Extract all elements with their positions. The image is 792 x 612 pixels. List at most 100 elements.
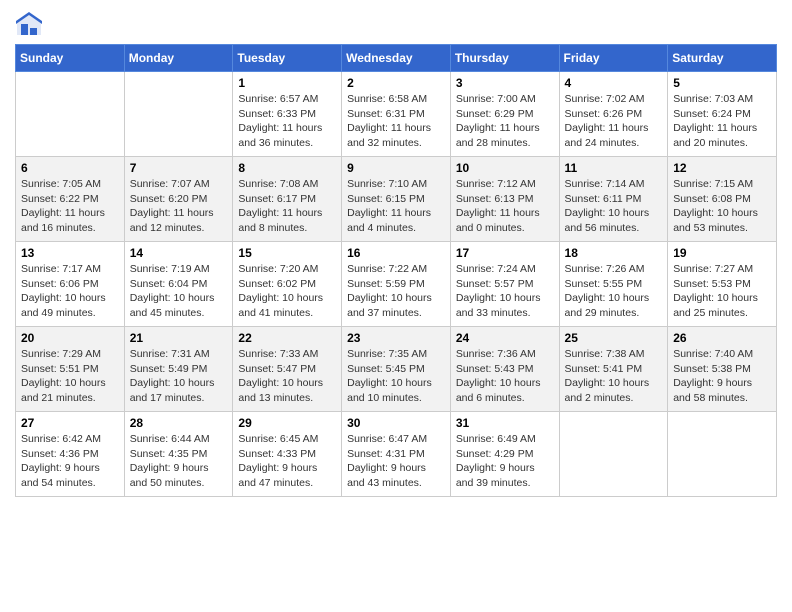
- day-number: 28: [130, 416, 228, 430]
- day-info: Sunrise: 7:26 AM Sunset: 5:55 PM Dayligh…: [565, 262, 663, 321]
- day-number: 18: [565, 246, 663, 260]
- day-info: Sunrise: 7:14 AM Sunset: 6:11 PM Dayligh…: [565, 177, 663, 236]
- day-info: Sunrise: 7:40 AM Sunset: 5:38 PM Dayligh…: [673, 347, 771, 406]
- week-row-4: 20 Sunrise: 7:29 AM Sunset: 5:51 PM Dayli…: [16, 327, 777, 412]
- day-info: Sunrise: 6:45 AM Sunset: 4:33 PM Dayligh…: [238, 432, 336, 491]
- header-row: SundayMondayTuesdayWednesdayThursdayFrid…: [16, 45, 777, 72]
- day-number: 20: [21, 331, 119, 345]
- logo: [15, 10, 47, 38]
- day-number: 4: [565, 76, 663, 90]
- col-header-thursday: Thursday: [450, 45, 559, 72]
- day-number: 7: [130, 161, 228, 175]
- col-header-tuesday: Tuesday: [233, 45, 342, 72]
- day-info: Sunrise: 7:17 AM Sunset: 6:06 PM Dayligh…: [21, 262, 119, 321]
- calendar-cell: 28 Sunrise: 6:44 AM Sunset: 4:35 PM Dayli…: [124, 412, 233, 497]
- col-header-friday: Friday: [559, 45, 668, 72]
- header: [15, 10, 777, 38]
- col-header-saturday: Saturday: [668, 45, 777, 72]
- calendar-cell: 8 Sunrise: 7:08 AM Sunset: 6:17 PM Daylig…: [233, 157, 342, 242]
- day-info: Sunrise: 6:47 AM Sunset: 4:31 PM Dayligh…: [347, 432, 445, 491]
- day-number: 10: [456, 161, 554, 175]
- day-info: Sunrise: 7:35 AM Sunset: 5:45 PM Dayligh…: [347, 347, 445, 406]
- calendar-cell: 6 Sunrise: 7:05 AM Sunset: 6:22 PM Daylig…: [16, 157, 125, 242]
- calendar-cell: 4Sunrise: 7:02 AM Sunset: 6:26 PM Daylig…: [559, 72, 668, 157]
- day-info: Sunrise: 6:44 AM Sunset: 4:35 PM Dayligh…: [130, 432, 228, 491]
- day-info: Sunrise: 7:29 AM Sunset: 5:51 PM Dayligh…: [21, 347, 119, 406]
- calendar-cell: 21Sunrise: 7:31 AM Sunset: 5:49 PM Dayli…: [124, 327, 233, 412]
- week-row-5: 27 Sunrise: 6:42 AM Sunset: 4:36 PM Dayli…: [16, 412, 777, 497]
- calendar-cell: 30 Sunrise: 6:47 AM Sunset: 4:31 PM Dayli…: [342, 412, 451, 497]
- day-info: Sunrise: 7:33 AM Sunset: 5:47 PM Dayligh…: [238, 347, 336, 406]
- day-info: Sunrise: 7:38 AM Sunset: 5:41 PM Dayligh…: [565, 347, 663, 406]
- page: SundayMondayTuesdayWednesdayThursdayFrid…: [0, 0, 792, 507]
- day-number: 12: [673, 161, 771, 175]
- day-info: Sunrise: 7:03 AM Sunset: 6:24 PM Dayligh…: [673, 92, 771, 151]
- day-number: 19: [673, 246, 771, 260]
- day-info: Sunrise: 7:22 AM Sunset: 5:59 PM Dayligh…: [347, 262, 445, 321]
- day-number: 31: [456, 416, 554, 430]
- day-number: 23: [347, 331, 445, 345]
- day-info: Sunrise: 7:07 AM Sunset: 6:20 PM Dayligh…: [130, 177, 228, 236]
- col-header-sunday: Sunday: [16, 45, 125, 72]
- calendar-cell: 2 Sunrise: 6:58 AM Sunset: 6:31 PM Daylig…: [342, 72, 451, 157]
- day-number: 11: [565, 161, 663, 175]
- calendar-cell: 14 Sunrise: 7:19 AM Sunset: 6:04 PM Dayli…: [124, 242, 233, 327]
- calendar-cell: 20 Sunrise: 7:29 AM Sunset: 5:51 PM Dayli…: [16, 327, 125, 412]
- calendar-cell: 7 Sunrise: 7:07 AM Sunset: 6:20 PM Daylig…: [124, 157, 233, 242]
- calendar-cell: 10 Sunrise: 7:12 AM Sunset: 6:13 PM Dayli…: [450, 157, 559, 242]
- day-number: 6: [21, 161, 119, 175]
- day-info: Sunrise: 7:24 AM Sunset: 5:57 PM Dayligh…: [456, 262, 554, 321]
- day-number: 13: [21, 246, 119, 260]
- day-number: 24: [456, 331, 554, 345]
- day-number: 27: [21, 416, 119, 430]
- day-number: 16: [347, 246, 445, 260]
- day-info: Sunrise: 6:58 AM Sunset: 6:31 PM Dayligh…: [347, 92, 445, 151]
- day-info: Sunrise: 6:57 AM Sunset: 6:33 PM Dayligh…: [238, 92, 336, 151]
- day-info: Sunrise: 7:10 AM Sunset: 6:15 PM Dayligh…: [347, 177, 445, 236]
- col-header-wednesday: Wednesday: [342, 45, 451, 72]
- week-row-3: 13 Sunrise: 7:17 AM Sunset: 6:06 PM Dayli…: [16, 242, 777, 327]
- day-number: 2: [347, 76, 445, 90]
- day-number: 25: [565, 331, 663, 345]
- day-info: Sunrise: 7:36 AM Sunset: 5:43 PM Dayligh…: [456, 347, 554, 406]
- calendar-cell: 5 Sunrise: 7:03 AM Sunset: 6:24 PM Daylig…: [668, 72, 777, 157]
- day-info: Sunrise: 7:20 AM Sunset: 6:02 PM Dayligh…: [238, 262, 336, 321]
- calendar-cell: 19 Sunrise: 7:27 AM Sunset: 5:53 PM Dayli…: [668, 242, 777, 327]
- calendar-cell: 18 Sunrise: 7:26 AM Sunset: 5:55 PM Dayli…: [559, 242, 668, 327]
- day-number: 22: [238, 331, 336, 345]
- week-row-2: 6 Sunrise: 7:05 AM Sunset: 6:22 PM Daylig…: [16, 157, 777, 242]
- day-number: 9: [347, 161, 445, 175]
- day-info: Sunrise: 7:27 AM Sunset: 5:53 PM Dayligh…: [673, 262, 771, 321]
- calendar-cell: 3Sunrise: 7:00 AM Sunset: 6:29 PM Daylig…: [450, 72, 559, 157]
- day-number: 15: [238, 246, 336, 260]
- day-number: 26: [673, 331, 771, 345]
- day-info: Sunrise: 7:05 AM Sunset: 6:22 PM Dayligh…: [21, 177, 119, 236]
- calendar-cell: 23 Sunrise: 7:35 AM Sunset: 5:45 PM Dayli…: [342, 327, 451, 412]
- calendar-cell: 1Sunrise: 6:57 AM Sunset: 6:33 PM Daylig…: [233, 72, 342, 157]
- calendar-cell: 15 Sunrise: 7:20 AM Sunset: 6:02 PM Dayli…: [233, 242, 342, 327]
- day-info: Sunrise: 6:49 AM Sunset: 4:29 PM Dayligh…: [456, 432, 554, 491]
- day-number: 14: [130, 246, 228, 260]
- day-info: Sunrise: 7:08 AM Sunset: 6:17 PM Dayligh…: [238, 177, 336, 236]
- calendar-cell: 17Sunrise: 7:24 AM Sunset: 5:57 PM Dayli…: [450, 242, 559, 327]
- calendar-cell: [124, 72, 233, 157]
- calendar-cell: [668, 412, 777, 497]
- day-number: 5: [673, 76, 771, 90]
- day-number: 8: [238, 161, 336, 175]
- calendar-cell: 16 Sunrise: 7:22 AM Sunset: 5:59 PM Dayli…: [342, 242, 451, 327]
- calendar-table: SundayMondayTuesdayWednesdayThursdayFrid…: [15, 44, 777, 497]
- day-info: Sunrise: 7:31 AM Sunset: 5:49 PM Dayligh…: [130, 347, 228, 406]
- day-info: Sunrise: 7:19 AM Sunset: 6:04 PM Dayligh…: [130, 262, 228, 321]
- calendar-cell: [559, 412, 668, 497]
- calendar-cell: 9 Sunrise: 7:10 AM Sunset: 6:15 PM Daylig…: [342, 157, 451, 242]
- day-number: 3: [456, 76, 554, 90]
- calendar-cell: 12 Sunrise: 7:15 AM Sunset: 6:08 PM Dayli…: [668, 157, 777, 242]
- day-number: 30: [347, 416, 445, 430]
- calendar-cell: 27 Sunrise: 6:42 AM Sunset: 4:36 PM Dayli…: [16, 412, 125, 497]
- day-info: Sunrise: 7:15 AM Sunset: 6:08 PM Dayligh…: [673, 177, 771, 236]
- calendar-cell: 25 Sunrise: 7:38 AM Sunset: 5:41 PM Dayli…: [559, 327, 668, 412]
- col-header-monday: Monday: [124, 45, 233, 72]
- day-info: Sunrise: 7:12 AM Sunset: 6:13 PM Dayligh…: [456, 177, 554, 236]
- day-info: Sunrise: 6:42 AM Sunset: 4:36 PM Dayligh…: [21, 432, 119, 491]
- calendar-cell: 13 Sunrise: 7:17 AM Sunset: 6:06 PM Dayli…: [16, 242, 125, 327]
